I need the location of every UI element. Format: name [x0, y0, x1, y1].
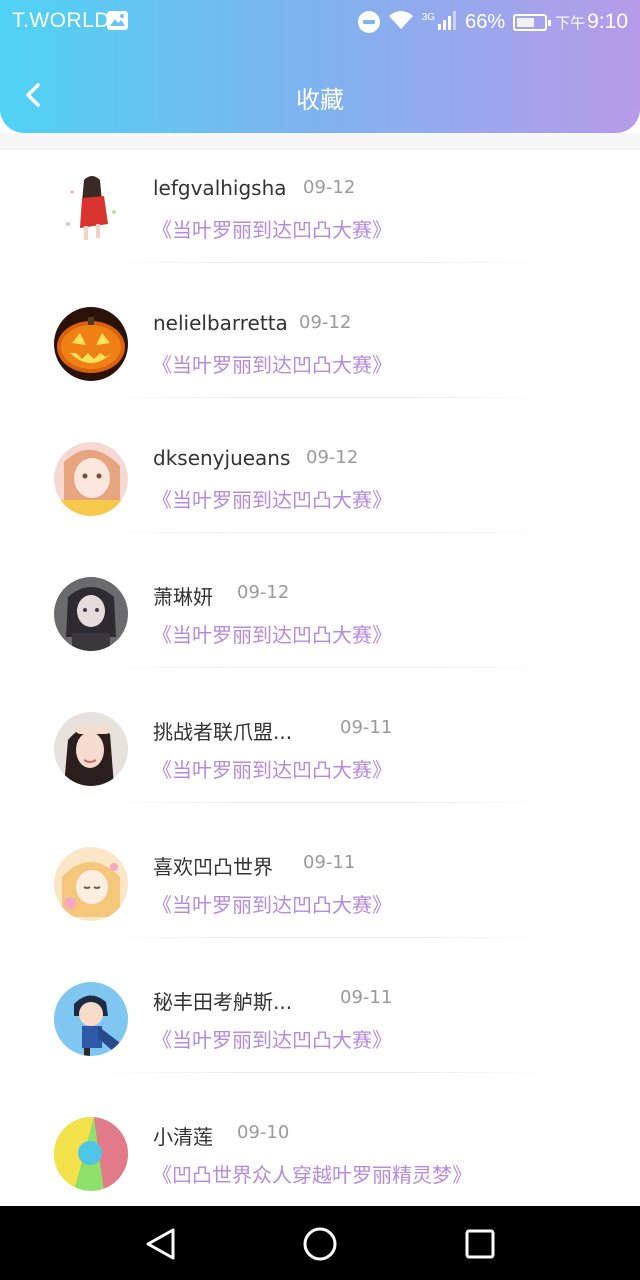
image-notification-icon	[107, 11, 128, 30]
favorite-date: 09-11	[303, 852, 356, 873]
favorite-item[interactable]: 秘丰田考舻斯... 09-11 《当叶罗丽到达凹凸大赛》	[0, 960, 640, 1095]
home-circle-icon	[303, 1227, 337, 1261]
avatar-photo-girl	[54, 712, 128, 786]
avatar-anime-blonde	[54, 847, 128, 921]
title-bar: 收藏	[0, 60, 640, 130]
divider	[100, 262, 550, 263]
wifi-icon	[388, 10, 414, 35]
favorite-item[interactable]: 萧琳妍 09-12 《当叶罗丽到达凹凸大赛》	[0, 555, 640, 690]
username: 小清莲	[153, 1125, 213, 1149]
divider	[100, 802, 550, 803]
network-type-label: 3G	[421, 11, 436, 23]
avatar-dark-girl	[54, 577, 128, 651]
divider	[100, 397, 550, 398]
favorite-date: 09-12	[303, 177, 356, 198]
username: 萧琳妍	[153, 585, 213, 609]
work-title-link[interactable]: 《当叶罗丽到达凹凸大赛》	[152, 484, 392, 513]
favorite-date: 09-12	[299, 312, 352, 333]
favorite-item[interactable]: 挑战者联爪盟... 09-11 《当叶罗丽到达凹凸大赛》	[0, 690, 640, 825]
work-title-link[interactable]: 《当叶罗丽到达凹凸大赛》	[152, 889, 392, 918]
app-header: T.WORLD 3G 66% 下午 9:10 收藏	[0, 0, 640, 133]
header-spacer	[0, 133, 640, 150]
username: 喜欢凹凸世界	[153, 855, 273, 879]
favorite-date: 09-12	[306, 447, 359, 468]
status-bar: T.WORLD 3G 66% 下午 9:10	[0, 0, 640, 44]
divider	[100, 937, 550, 938]
favorites-list[interactable]: lefgvalhigsha 09-12 《当叶罗丽到达凹凸大赛》 nelielb…	[0, 150, 640, 1206]
work-title-link[interactable]: 《当叶罗丽到达凹凸大赛》	[152, 619, 392, 648]
system-recents-button[interactable]	[460, 1224, 500, 1264]
divider	[100, 1072, 550, 1073]
system-navigation-bar	[0, 1206, 640, 1280]
avatar-pumpkin	[54, 307, 128, 381]
favorite-item[interactable]: dksenyjueans 09-12 《当叶罗丽到达凹凸大赛》	[0, 420, 640, 555]
battery-icon	[513, 13, 552, 31]
avatar-colorful	[54, 1117, 128, 1191]
work-title-link[interactable]: 《凹凸世界众人穿越叶罗丽精灵梦》	[152, 1159, 472, 1188]
favorite-item[interactable]: 小清莲 09-10 《凹凸世界众人穿越叶罗丽精灵梦》	[0, 1095, 640, 1206]
system-home-button[interactable]	[300, 1224, 340, 1264]
username: lefgvalhigsha	[153, 176, 287, 200]
system-back-button[interactable]	[140, 1224, 180, 1264]
avatar-anime-girl-pink	[54, 442, 128, 516]
do-not-disturb-icon	[357, 11, 380, 33]
work-title-link[interactable]: 《当叶罗丽到达凹凸大赛》	[152, 1024, 392, 1053]
work-title-link[interactable]: 《当叶罗丽到达凹凸大赛》	[152, 349, 392, 378]
favorite-item[interactable]: 喜欢凹凸世界 09-11 《当叶罗丽到达凹凸大赛》	[0, 825, 640, 960]
divider	[100, 532, 550, 533]
favorite-date: 09-12	[237, 582, 290, 603]
username: 挑战者联爪盟...	[153, 720, 293, 744]
avatar-girl-red-dress	[54, 172, 128, 246]
favorite-item[interactable]: lefgvalhigsha 09-12 《当叶罗丽到达凹凸大赛》	[0, 150, 640, 285]
carrier-label: T.WORLD	[12, 9, 110, 32]
favorite-date: 09-11	[340, 987, 393, 1008]
username: nelielbarretta	[153, 311, 288, 335]
page-title: 收藏	[296, 86, 344, 114]
username: 秘丰田考舻斯...	[153, 990, 293, 1014]
favorite-item[interactable]: nelielbarretta 09-12 《当叶罗丽到达凹凸大赛》	[0, 285, 640, 420]
divider	[100, 667, 550, 668]
favorite-date: 09-10	[237, 1122, 290, 1143]
back-triangle-icon	[146, 1228, 175, 1260]
time-period: 下午	[555, 14, 586, 32]
username: dksenyjueans	[153, 446, 291, 470]
recents-square-icon	[465, 1229, 495, 1259]
work-title-link[interactable]: 《当叶罗丽到达凹凸大赛》	[152, 214, 392, 243]
work-title-link[interactable]: 《当叶罗丽到达凹凸大赛》	[152, 754, 392, 783]
signal-icon	[437, 10, 457, 35]
favorite-date: 09-11	[340, 717, 393, 738]
battery-percent: 66%	[465, 10, 506, 33]
avatar-detective	[54, 982, 128, 1056]
clock: 9:10	[587, 10, 628, 33]
